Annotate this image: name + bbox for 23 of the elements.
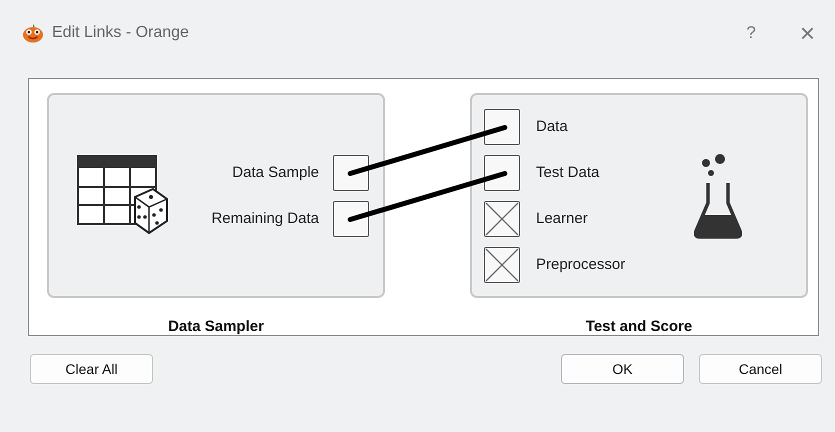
help-button[interactable]: ?	[746, 23, 756, 43]
link-line[interactable]	[348, 171, 508, 222]
close-button[interactable]: ×	[800, 18, 815, 48]
clear-all-button[interactable]: Clear All	[30, 354, 153, 384]
output-label: Remaining Data	[211, 210, 319, 227]
node-title: Data Sampler	[168, 318, 264, 335]
app-logo-icon	[22, 23, 44, 43]
output-label: Data Sample	[232, 164, 319, 181]
flask-icon	[694, 152, 742, 238]
node-title: Test and Score	[586, 318, 692, 335]
table-dice-icon	[77, 154, 169, 236]
input-port[interactable]	[484, 108, 520, 144]
window-title: Edit Links - Orange	[52, 24, 189, 42]
output-port[interactable]	[333, 200, 369, 236]
input-port[interactable]	[484, 154, 520, 190]
input-label: Preprocessor	[536, 256, 626, 273]
output-port[interactable]	[333, 154, 369, 190]
input-label: Learner	[536, 210, 588, 227]
input-label: Data	[536, 118, 568, 135]
link-line[interactable]	[348, 125, 508, 176]
ok-button[interactable]: OK	[561, 354, 684, 384]
input-label: Test Data	[536, 164, 600, 181]
cancel-button[interactable]: Cancel	[699, 354, 822, 384]
